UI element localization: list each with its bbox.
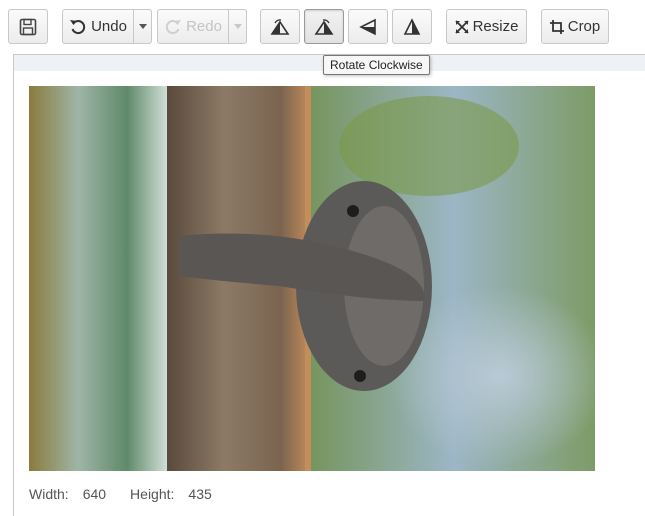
- undo-arrow-icon: [70, 19, 86, 34]
- resize-button[interactable]: Resize: [446, 9, 527, 44]
- rotate-counterclockwise-icon: [270, 18, 290, 35]
- flip-horizontal-button[interactable]: [392, 9, 432, 44]
- chevron-down-icon: [233, 24, 242, 29]
- rotate-clockwise-tooltip: Rotate Clockwise: [323, 55, 430, 75]
- crop-label: Crop: [567, 18, 601, 35]
- edited-image[interactable]: [29, 86, 595, 471]
- width-label: Width:: [29, 486, 69, 502]
- redo-arrow-icon: [165, 19, 182, 34]
- height-label: Height:: [130, 486, 175, 502]
- redo-dropdown-button[interactable]: [228, 9, 247, 44]
- flip-vertical-button[interactable]: [348, 9, 388, 44]
- rotate-counterclockwise-button[interactable]: [260, 9, 300, 44]
- save-button[interactable]: [8, 9, 48, 44]
- height-value: 435: [188, 486, 212, 502]
- flip-vertical-icon: [359, 18, 376, 35]
- redo-label: Redo: [186, 18, 222, 35]
- undo-label: Undo: [91, 18, 127, 35]
- image-dimensions: Width: 640 Height: 435: [29, 486, 212, 502]
- resize-arrows-icon: [454, 19, 469, 34]
- width-value: 640: [82, 486, 107, 502]
- crop-button[interactable]: Crop: [541, 9, 609, 44]
- elephant-photo: [29, 86, 595, 471]
- undo-dropdown-button[interactable]: [133, 9, 152, 44]
- redo-button[interactable]: Redo: [157, 9, 229, 44]
- crop-icon: [549, 19, 564, 34]
- rotate-clockwise-button[interactable]: [304, 9, 344, 44]
- undo-button[interactable]: Undo: [62, 9, 134, 44]
- flip-horizontal-icon: [403, 17, 421, 35]
- floppy-disk-icon: [19, 18, 37, 35]
- chevron-down-icon: [138, 24, 147, 29]
- rotate-clockwise-icon: [314, 18, 334, 35]
- editor-toolbar: Undo Redo Resize Crop: [0, 0, 645, 54]
- resize-label: Resize: [472, 18, 519, 35]
